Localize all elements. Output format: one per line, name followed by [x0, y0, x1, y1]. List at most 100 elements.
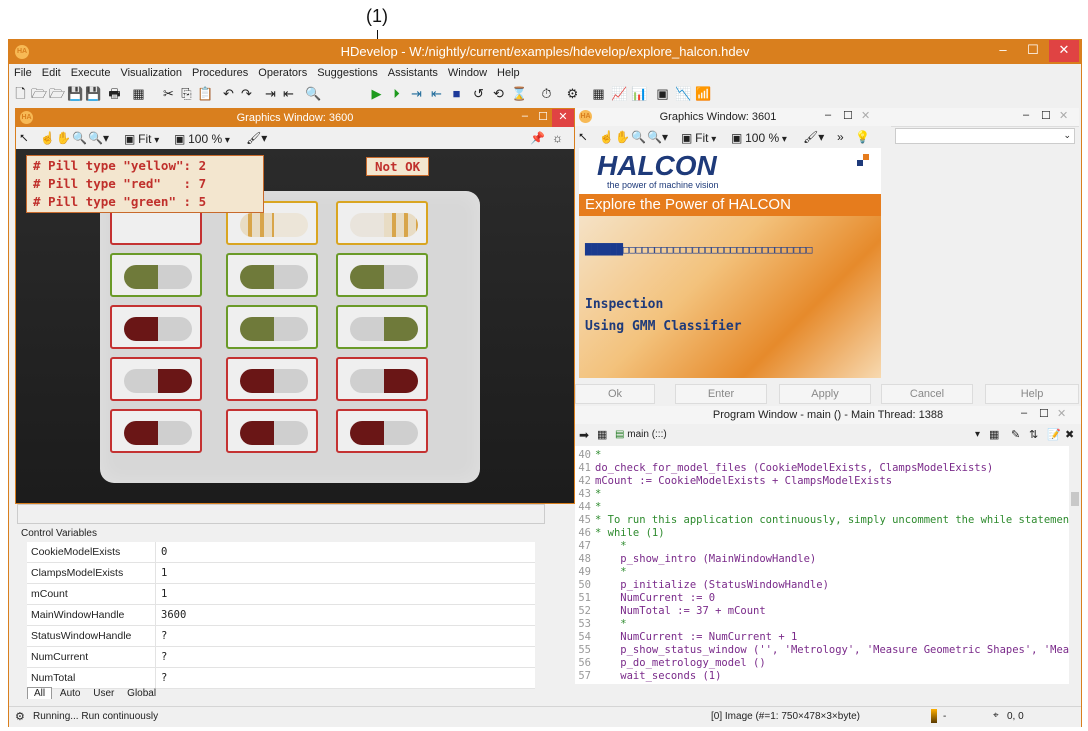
zoom-window-icon[interactable]: ▣ [655, 86, 670, 101]
insert-icon[interactable]: ⇥ [263, 86, 278, 101]
minimize-icon[interactable]: – [1021, 407, 1027, 419]
zoom-menu-icon[interactable]: 🔍▾ [88, 131, 109, 145]
menu-execute[interactable]: Execute [66, 65, 116, 82]
maximize-icon[interactable]: ☐ [843, 109, 853, 122]
delete-procedure-icon[interactable]: ✖ [1065, 428, 1074, 441]
maximize-icon[interactable]: ☐ [1041, 109, 1051, 122]
select-icon[interactable]: ☝ [599, 130, 614, 144]
assistant-icon[interactable]: ⚙ [565, 86, 580, 101]
edit-procedure-icon[interactable]: ✎ [1011, 428, 1020, 441]
menu-help[interactable]: Help [492, 65, 525, 82]
pointer-icon[interactable]: ⭦ [20, 131, 28, 146]
help-button[interactable]: Help [985, 384, 1079, 404]
variable-row[interactable]: StatusWindowHandle? [27, 626, 535, 647]
select-icon[interactable]: ☝ [40, 131, 55, 145]
chevron-down-icon[interactable]: ▾ [975, 429, 980, 440]
close-icon[interactable]: ✕ [1059, 109, 1068, 122]
copy-icon[interactable]: ⎘ [179, 86, 194, 101]
step-out-icon[interactable]: ⇤ [429, 86, 444, 101]
zoom-icon[interactable]: 🔍 [631, 130, 646, 144]
ok-button[interactable]: Ok [575, 384, 655, 404]
paint-icon[interactable]: 🖌▾ [803, 130, 824, 144]
save-icon[interactable]: 💾 [67, 86, 83, 101]
search-icon[interactable]: 🔍 [305, 86, 321, 101]
redo-icon[interactable]: ↷ [239, 86, 254, 101]
pointer-icon[interactable]: ⭦ [579, 130, 587, 145]
variable-row[interactable]: MainWindowHandle 3600 [27, 605, 535, 626]
image-display[interactable]: # Pill type "yellow": 2 # Pill type "red… [16, 149, 574, 503]
region-icon[interactable]: ▦ [591, 86, 606, 101]
code-line[interactable]: 52 NumTotal := 37 + mCount [575, 606, 1069, 619]
clock-icon[interactable]: ⏱ [539, 86, 554, 101]
menu-edit[interactable]: Edit [37, 65, 66, 82]
fit-button[interactable]: ▣ Fit ▾ [124, 132, 159, 146]
zoom-menu-icon[interactable]: 🔍▾ [647, 130, 668, 144]
stop-icon[interactable]: ■ [449, 86, 464, 101]
code-line[interactable]: 48 p_show_intro (MainWindowHandle) [575, 554, 1069, 567]
code-line[interactable]: 43 * [575, 489, 1069, 502]
procedure-icon[interactable]: ▦ [597, 428, 607, 441]
procedure-interface-icon[interactable]: ⇅ [1029, 428, 1038, 441]
save-all-icon[interactable]: 💾 [85, 86, 101, 101]
zoom-icon[interactable]: 🔍 [72, 131, 87, 145]
print-icon[interactable]: 🖶 [107, 86, 122, 101]
variable-select[interactable]: ⌄ [895, 128, 1075, 144]
run-icon[interactable]: ▶ [369, 86, 384, 101]
menu-window[interactable]: Window [443, 65, 492, 82]
code-editor[interactable]: 40 * 41 do_check_for_model_files (CookieMod… [575, 446, 1069, 684]
open-file-icon[interactable]: 🗁 [31, 86, 47, 101]
line-profile-icon[interactable]: 📈 [611, 86, 627, 101]
code-horizontal-scrollbar[interactable] [575, 684, 1081, 696]
minimize-icon[interactable]: – [522, 110, 528, 122]
code-line[interactable]: 46 * while (1) [575, 528, 1069, 541]
more-icon[interactable]: » [837, 130, 844, 144]
close-icon[interactable]: ✕ [861, 109, 870, 122]
paste-icon[interactable]: 📋 [197, 86, 213, 101]
pin-icon[interactable]: 📌 [530, 131, 545, 145]
replace-icon[interactable]: ⇤ [281, 86, 296, 101]
close-icon[interactable]: ✕ [1057, 407, 1066, 420]
variable-row[interactable]: ClampsModelExists 1 [27, 563, 535, 584]
variable-row[interactable]: CookieModelExists 0 [27, 542, 535, 563]
code-line[interactable]: 42 mCount := CookieModelExists + ClampsMo… [575, 476, 1069, 489]
step-over-icon[interactable]: ⏵ [389, 86, 404, 101]
hand-icon[interactable]: ✋ [615, 130, 630, 144]
code-vertical-scrollbar[interactable] [1069, 446, 1081, 684]
fit-button[interactable]: ▣ Fit ▾ [681, 131, 716, 145]
maximize-icon[interactable]: ☐ [1039, 407, 1049, 420]
open-recent-icon[interactable]: 🗁 [49, 86, 65, 101]
tab-global[interactable]: Global [122, 688, 161, 699]
cancel-button[interactable]: Cancel [881, 384, 973, 404]
settings-icon[interactable]: ☼ [552, 131, 563, 145]
undo-icon[interactable]: ↶ [221, 86, 236, 101]
arrow-right-icon[interactable]: ➡ [579, 428, 589, 442]
variable-row[interactable]: NumCurrent? [27, 647, 535, 668]
hand-icon[interactable]: ✋ [56, 131, 71, 145]
minimize-icon[interactable]: – [825, 109, 831, 121]
tab-all[interactable]: All [27, 687, 53, 699]
close-icon[interactable]: ✕ [1049, 40, 1079, 62]
feature-histogram-icon[interactable]: 📶 [695, 86, 711, 101]
variable-row[interactable]: mCount 1 [27, 584, 535, 605]
paint-icon[interactable]: 🖌▾ [246, 131, 267, 145]
step-into-icon[interactable]: ⇥ [409, 86, 424, 101]
variable-row[interactable]: NumTotal? [27, 668, 535, 689]
procedure-docs-icon[interactable]: 📝 [1047, 428, 1061, 441]
minimize-icon[interactable]: – [1023, 109, 1029, 121]
profiler-icon[interactable]: ⌛ [511, 86, 527, 101]
apply-button[interactable]: Apply [779, 384, 871, 404]
menu-file[interactable]: File [9, 65, 37, 82]
scrollbar-thumb[interactable] [1071, 492, 1079, 506]
menu-visualization[interactable]: Visualization [115, 65, 187, 82]
calendar-icon[interactable]: ▦ [989, 428, 999, 441]
properties-icon[interactable]: ▦ [131, 86, 146, 101]
histogram-icon[interactable]: 📊 [631, 86, 647, 101]
procedure-select[interactable]: ▤ main (:::) [615, 429, 667, 440]
menu-assistants[interactable]: Assistants [383, 65, 443, 82]
zoom-level-select[interactable]: ▣ 100 % ▾ [731, 131, 787, 145]
enter-button[interactable]: Enter [675, 384, 767, 404]
reset-procedure-icon[interactable]: ⟲ [491, 86, 506, 101]
menu-procedures[interactable]: Procedures [187, 65, 253, 82]
variables-scrollbar[interactable] [537, 542, 547, 684]
zoom-level-select[interactable]: ▣ 100 % ▾ [174, 132, 230, 146]
